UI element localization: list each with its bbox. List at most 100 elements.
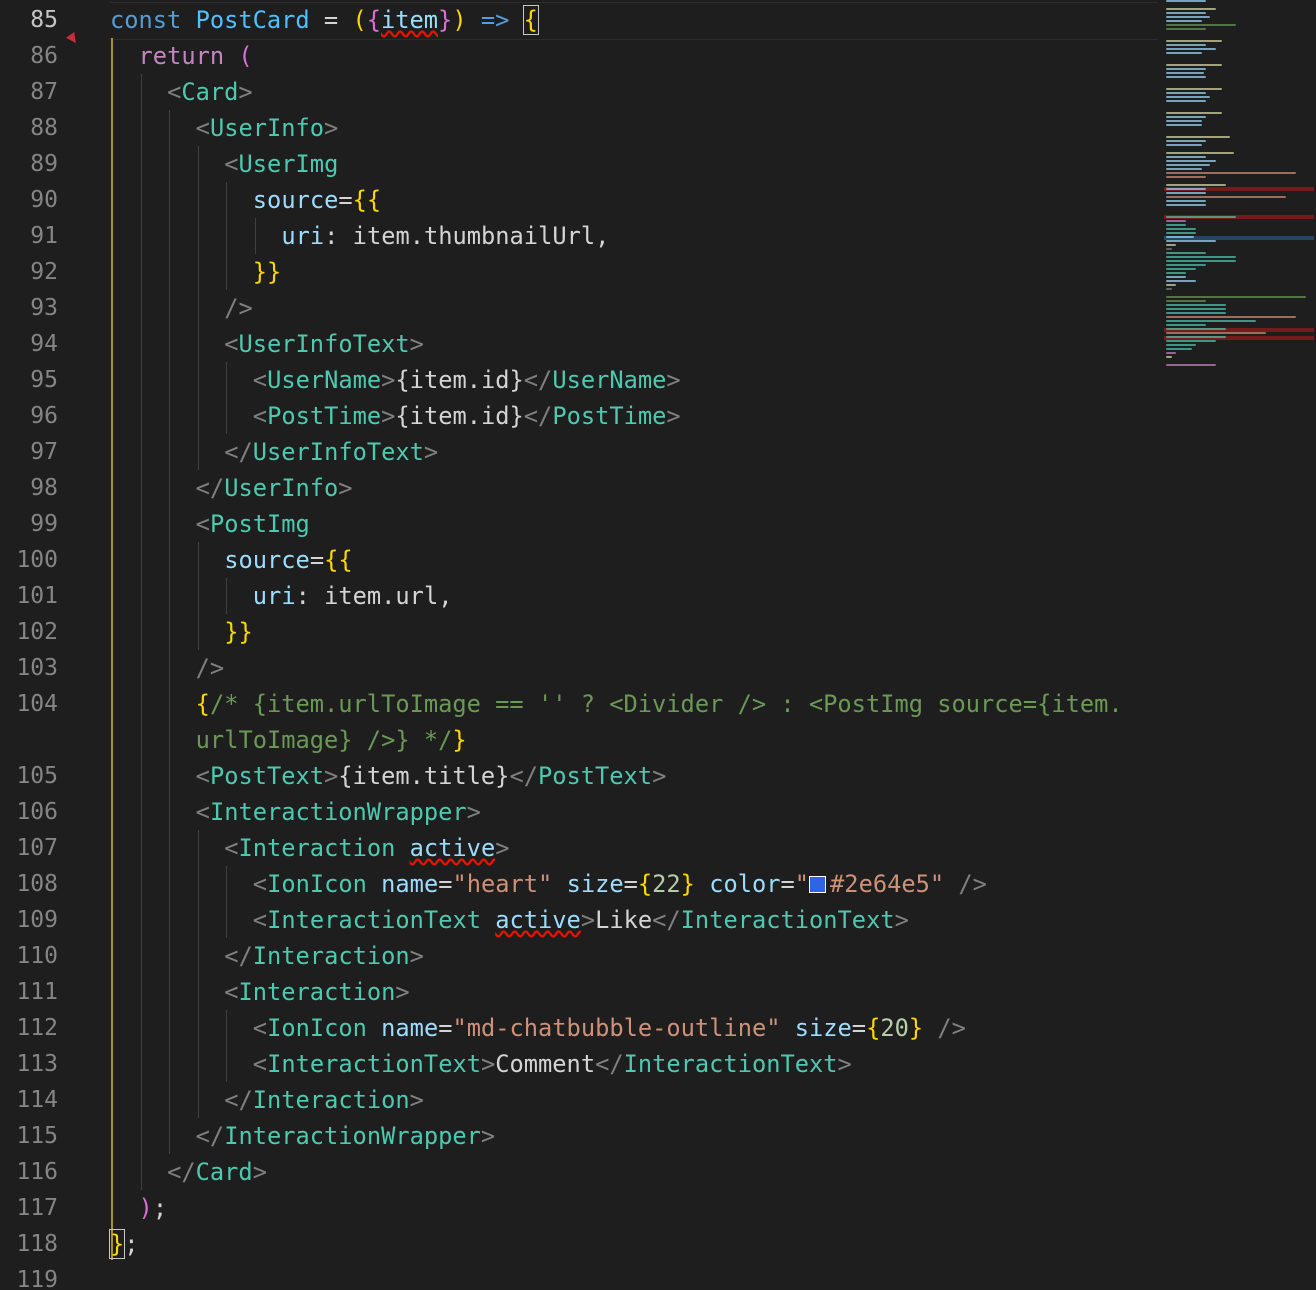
code-token: = <box>309 6 353 34</box>
minimap-line <box>1166 24 1236 26</box>
code-token: /> <box>937 1014 966 1042</box>
code-token: InteractionWrapper <box>224 1122 481 1150</box>
code-line[interactable]: <InteractionText active>Like</Interactio… <box>253 902 909 938</box>
code-line[interactable]: uri: item.url, <box>253 578 453 614</box>
code-token: PostImg <box>209 510 310 538</box>
line-number: 115 <box>16 1123 58 1149</box>
indent-guide <box>140 650 142 686</box>
code-line[interactable]: </Interaction> <box>224 938 424 974</box>
minimap-line <box>1166 216 1236 218</box>
code-line[interactable]: }} <box>253 254 282 290</box>
indent-guide <box>169 614 171 650</box>
breakpoint-marker-icon[interactable] <box>66 32 80 46</box>
line-number <box>0 722 58 758</box>
indent-guide <box>140 578 142 614</box>
code-token: > <box>324 762 339 790</box>
indent-guide <box>140 794 142 830</box>
code-token: > <box>580 906 596 934</box>
code-token: </ <box>523 366 553 394</box>
code-line[interactable]: <UserName>{item.id}</UserName> <box>253 362 681 398</box>
indent-guide <box>169 1082 171 1118</box>
indent-guide <box>140 470 142 506</box>
line-number: 114 <box>16 1087 58 1113</box>
code-token: ( <box>352 6 367 34</box>
code-token: "md-chatbubble-outline" <box>452 1014 781 1042</box>
indent-guide <box>140 218 142 254</box>
code-line[interactable]: /> <box>224 290 253 326</box>
line-number-gutter[interactable]: 85 86 87 88 89 90 91 92 93 94 95 96 97 98 99 100 101 102 1… <box>0 0 80 1290</box>
code-line[interactable]: </UserInfo> <box>196 470 353 506</box>
code-line[interactable]: /> <box>196 650 225 686</box>
code-line[interactable]: <Interaction active> <box>224 830 509 866</box>
code-line[interactable]: source={{ <box>224 542 352 578</box>
code-line[interactable]: </Interaction> <box>224 1082 424 1118</box>
minimap-line <box>1166 96 1210 98</box>
color-swatch-icon[interactable] <box>809 876 827 893</box>
code-token: = <box>851 1014 867 1042</box>
code-token: > <box>338 474 353 502</box>
minimap-line <box>1166 8 1216 10</box>
line-number: 106 <box>16 799 58 825</box>
code-line[interactable]: const PostCard = ({item}) => { <box>110 2 539 38</box>
code-line[interactable]: source={{ <box>253 182 381 218</box>
code-token: = <box>438 1014 453 1042</box>
code-line[interactable]: <PostTime>{item.id}</PostTime> <box>253 398 681 434</box>
code-area[interactable]: const PostCard = ({item}) => {return (<C… <box>108 0 1160 1290</box>
code-line[interactable]: </UserInfoText> <box>224 434 438 470</box>
code-line[interactable]: <PostText>{item.title}</PostText> <box>196 758 667 794</box>
code-line[interactable]: }} <box>224 614 253 650</box>
indent-guide <box>197 1082 199 1118</box>
line-number: 97 <box>30 439 58 465</box>
code-line[interactable]: <InteractionWrapper> <box>196 794 481 830</box>
minimap[interactable] <box>1162 0 1316 400</box>
code-line[interactable]: </InteractionWrapper> <box>196 1118 496 1154</box>
indent-guide <box>169 398 171 434</box>
code-token: </ <box>523 402 553 430</box>
code-line[interactable]: <IonIcon name="md-chatbubble-outline" si… <box>253 1010 966 1046</box>
minimap-line <box>1166 260 1236 262</box>
indent-guide <box>197 218 199 254</box>
code-line[interactable]: urlToImage} />} */} <box>196 722 467 758</box>
indent-guide <box>140 1010 142 1046</box>
code-token: } <box>438 6 453 34</box>
indent-guide <box>169 326 171 362</box>
code-line[interactable]: <UserInfo> <box>196 110 339 146</box>
code-line[interactable]: <UserInfoText> <box>224 326 424 362</box>
minimap-line <box>1166 236 1194 238</box>
code-line[interactable]: <Card> <box>167 74 253 110</box>
code-token: UserImg <box>238 150 339 178</box>
line-number: 86 <box>30 43 58 69</box>
code-line[interactable]: uri: item.thumbnailUrl, <box>281 218 609 254</box>
minimap-line <box>1166 248 1172 250</box>
code-editor[interactable]: 85 86 87 88 89 90 91 92 93 94 95 96 97 98 99 100 101 102 1… <box>0 0 1316 1290</box>
code-token: ; <box>124 1230 139 1258</box>
code-token: < <box>252 1050 268 1078</box>
indent-guide <box>197 866 199 902</box>
code-token: size <box>566 870 624 898</box>
code-line[interactable]: <UserImg <box>224 146 338 182</box>
code-token: > <box>480 1122 496 1150</box>
code-token: InteractionText <box>267 906 481 934</box>
minimap-line <box>1166 264 1206 266</box>
code-line[interactable]: }; <box>108 1226 139 1262</box>
indent-guide <box>140 542 142 578</box>
indent-guide <box>169 794 171 830</box>
line-number: 98 <box>30 475 58 501</box>
code-line[interactable]: <IonIcon name="heart" size={22} color=" #… <box>253 866 987 902</box>
code-token: {{ <box>324 546 353 574</box>
line-number: 111 <box>16 979 58 1005</box>
code-line[interactable]: <InteractionText>Comment</InteractionTex… <box>253 1046 852 1082</box>
indent-guide <box>140 1118 142 1154</box>
minimap-line <box>1166 112 1222 114</box>
code-line[interactable]: ); <box>139 1190 168 1226</box>
code-line[interactable]: {/* {item.urlToImage == '' ? <Divider />… <box>196 686 1123 722</box>
code-token: = <box>309 546 325 574</box>
code-line[interactable]: <Interaction> <box>224 974 409 1010</box>
code-line[interactable]: <PostImg <box>196 506 310 542</box>
code-line[interactable]: return ( <box>139 38 253 74</box>
minimap-line <box>1166 288 1172 290</box>
minimap-line <box>1166 120 1202 122</box>
code-token: < <box>252 870 268 898</box>
code-line[interactable]: </Card> <box>167 1154 267 1190</box>
